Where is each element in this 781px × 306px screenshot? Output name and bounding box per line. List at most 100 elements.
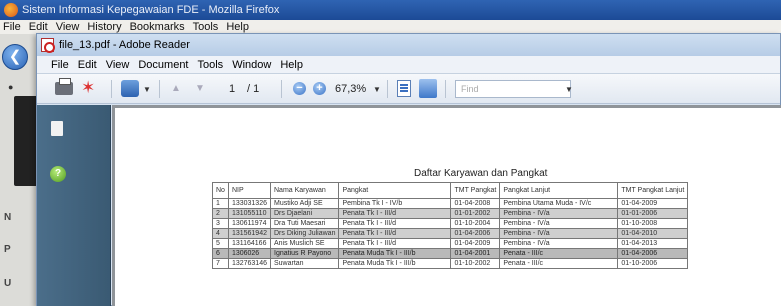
cell-rank: Penata Muda Tk I - III/b bbox=[338, 248, 452, 259]
firefox-menu-file[interactable]: File bbox=[3, 21, 21, 33]
cell-rank-date: 01-04-2006 bbox=[450, 228, 501, 239]
table-row: 1 133031326 Mustiko Adji SE Pembina Tk I… bbox=[212, 198, 689, 209]
navigation-pane: ? bbox=[37, 105, 111, 306]
cell-name: Anis Muslich SE bbox=[269, 238, 340, 249]
document-title: Daftar Karyawan dan Pangkat bbox=[414, 168, 548, 179]
collaborate-icon[interactable]: ✶ bbox=[81, 79, 95, 97]
reader-menu-document[interactable]: Document bbox=[138, 59, 188, 71]
reader-menu-file[interactable]: File bbox=[51, 59, 69, 71]
cell-no: 6 bbox=[212, 248, 229, 259]
firefox-menu-view[interactable]: View bbox=[56, 21, 80, 33]
firefox-menu-history[interactable]: History bbox=[87, 21, 121, 33]
next-page-icon[interactable]: ▼ bbox=[195, 83, 205, 94]
find-input[interactable]: Find bbox=[455, 80, 571, 98]
cell-rank: Penata Tk I - III/d bbox=[338, 238, 452, 249]
cell-next-rank: Penata - III/c bbox=[499, 248, 619, 259]
cell-name: Drs Diking Juliawan bbox=[269, 228, 340, 239]
table-row: 5 131164166 Anis Muslich SE Penata Tk I … bbox=[212, 238, 689, 249]
cell-rank-date: 01-04-2001 bbox=[450, 248, 501, 259]
firefox-menu-bookmarks[interactable]: Bookmarks bbox=[130, 21, 185, 33]
cell-next-rank: Pembina - IV/a bbox=[499, 228, 619, 239]
cell-rank: Penata Tk I - III/d bbox=[338, 228, 452, 239]
pages-icon[interactable] bbox=[51, 121, 63, 136]
cell-next-rank: Penata - III/c bbox=[499, 258, 619, 269]
select-tool-icon[interactable] bbox=[419, 79, 437, 98]
cell-rank-date: 01-04-2008 bbox=[450, 198, 501, 209]
cell-no: 5 bbox=[212, 238, 229, 249]
firefox-side-marker: ● bbox=[8, 82, 14, 92]
column-header: NIP bbox=[227, 182, 272, 199]
table-row: 3 130611974 Dra Tuti Maesari Penata Tk I… bbox=[212, 218, 689, 229]
firefox-title: Sistem Informasi Kepegawaian FDE - Mozil… bbox=[22, 4, 280, 16]
zoom-in-icon[interactable]: + bbox=[313, 82, 326, 95]
zoom-level-field[interactable]: 67,3% bbox=[335, 80, 366, 98]
firefox-menu-tools[interactable]: Tools bbox=[193, 21, 219, 33]
cell-nip: 133031326 bbox=[227, 198, 272, 209]
reader-title: file_13.pdf - Adobe Reader bbox=[59, 39, 190, 51]
fit-width-icon[interactable] bbox=[397, 80, 411, 97]
cell-no: 7 bbox=[212, 258, 229, 269]
cell-next-rank-date: 01-04-2013 bbox=[617, 238, 689, 249]
help-icon[interactable]: ? bbox=[50, 166, 66, 182]
employee-table: No NIP Nama Karyawan Pangkat TMT Pangkat… bbox=[212, 182, 689, 269]
sign-icon[interactable] bbox=[121, 80, 139, 97]
cell-nip: 131561942 bbox=[227, 228, 272, 239]
page-number-field[interactable]: 1 bbox=[229, 80, 235, 98]
back-arrow-icon[interactable]: ❮ bbox=[2, 44, 28, 70]
reader-menu-view[interactable]: View bbox=[106, 59, 130, 71]
cell-name: Drs Djaelani bbox=[269, 208, 340, 219]
cell-name: Suwartan bbox=[269, 258, 340, 269]
cell-next-rank-date: 01-04-2009 bbox=[617, 198, 689, 209]
reader-menu-bar: File Edit View Document Tools Window Help bbox=[37, 56, 780, 74]
document-area[interactable]: Daftar Karyawan dan Pangkat No NIP Nama … bbox=[112, 105, 781, 306]
chevron-down-icon[interactable]: ▼ bbox=[143, 85, 151, 94]
previous-page-icon[interactable]: ▲ bbox=[171, 83, 181, 94]
cell-next-rank: Pembina - IV/a bbox=[499, 208, 619, 219]
reader-menu-window[interactable]: Window bbox=[232, 59, 271, 71]
cell-rank-date: 01-10-2002 bbox=[450, 258, 501, 269]
cell-next-rank-date: 01-04-2010 bbox=[617, 228, 689, 239]
cell-nip: 130611974 bbox=[227, 218, 272, 229]
adobe-reader-window: file_13.pdf - Adobe Reader File Edit View D… bbox=[36, 33, 781, 306]
pdf-icon bbox=[41, 38, 55, 53]
cell-next-rank: Pembina - IV/a bbox=[499, 218, 619, 229]
reader-menu-help[interactable]: Help bbox=[280, 59, 303, 71]
cell-no: 1 bbox=[212, 198, 229, 209]
cell-rank-date: 01-01-2002 bbox=[450, 208, 501, 219]
cell-nip: 131164166 bbox=[227, 238, 272, 249]
column-header: TMT Pangkat bbox=[450, 182, 501, 199]
cell-name: Mustiko Adji SE bbox=[269, 198, 340, 209]
firefox-side-letter-n: N bbox=[4, 212, 12, 223]
firefox-side-letter-u: U bbox=[4, 278, 12, 289]
cell-next-rank: Pembina Utama Muda - IV/c bbox=[499, 198, 619, 209]
table-row: 4 131561942 Drs Diking Juliawan Penata T… bbox=[212, 228, 689, 239]
cell-rank: Pembina Tk I - IV/b bbox=[338, 198, 452, 209]
zoom-out-icon[interactable]: − bbox=[293, 82, 306, 95]
cell-rank: Penata Muda Tk I - III/b bbox=[338, 258, 452, 269]
firefox-icon bbox=[4, 3, 18, 17]
cell-nip: 1306026 bbox=[227, 248, 272, 259]
table-row: 2 131055110 Drs Djaelani Penata Tk I - I… bbox=[212, 208, 689, 219]
cell-rank: Penata Tk I - III/d bbox=[338, 218, 452, 229]
cell-next-rank-date: 01-04-2006 bbox=[617, 248, 689, 259]
print-icon[interactable] bbox=[55, 78, 73, 95]
cell-no: 4 bbox=[212, 228, 229, 239]
reader-menu-tools[interactable]: Tools bbox=[198, 59, 224, 71]
reader-menu-edit[interactable]: Edit bbox=[78, 59, 97, 71]
table-header-row: No NIP Nama Karyawan Pangkat TMT Pangkat… bbox=[212, 182, 689, 199]
firefox-title-bar[interactable]: Sistem Informasi Kepegawaian FDE - Mozil… bbox=[0, 0, 781, 20]
find-dropdown-icon[interactable]: ▼ bbox=[565, 85, 573, 94]
cell-next-rank-date: 01-10-2006 bbox=[617, 258, 689, 269]
firefox-menu-edit[interactable]: Edit bbox=[29, 21, 48, 33]
zoom-dropdown-icon[interactable]: ▼ bbox=[373, 85, 381, 94]
reader-title-bar[interactable]: file_13.pdf - Adobe Reader bbox=[37, 34, 780, 56]
firefox-menu-help[interactable]: Help bbox=[226, 21, 249, 33]
toolbar-separator bbox=[445, 80, 446, 98]
column-header: TMT Pangkat Lanjut bbox=[617, 182, 689, 199]
cell-nip: 132763146 bbox=[227, 258, 272, 269]
desktop: Sistem Informasi Kepegawaian FDE - Mozil… bbox=[0, 0, 781, 306]
toolbar-separator bbox=[159, 80, 160, 98]
table-row: 7 132763146 Suwartan Penata Muda Tk I - … bbox=[212, 258, 689, 269]
cell-rank-date: 01-10-2004 bbox=[450, 218, 501, 229]
column-header: Nama Karyawan bbox=[269, 182, 340, 199]
